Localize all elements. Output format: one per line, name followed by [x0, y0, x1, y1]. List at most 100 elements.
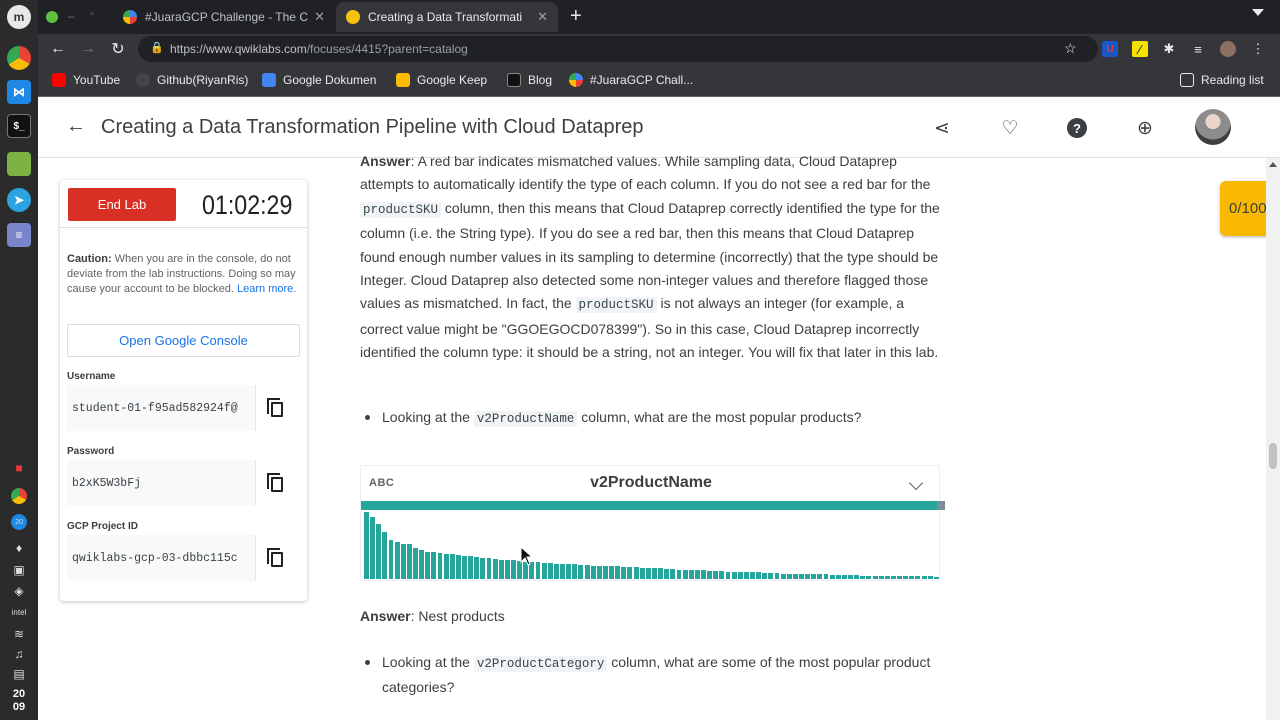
histogram-bar[interactable]: [805, 574, 811, 579]
histogram-bar[interactable]: [376, 524, 382, 579]
clipboard-icon[interactable]: ▣: [11, 562, 27, 578]
bookmark-github[interactable]: Github(RiyanRis): [136, 73, 248, 87]
histogram-bar[interactable]: [933, 577, 939, 579]
terminal-icon[interactable]: $_: [7, 114, 31, 138]
histogram-bar[interactable]: [774, 572, 780, 579]
histogram-bar[interactable]: [890, 575, 896, 579]
histogram-bar[interactable]: [743, 572, 749, 579]
extension-1-icon[interactable]: U: [1102, 41, 1118, 57]
forward-icon[interactable]: →: [78, 39, 98, 59]
histogram-bar[interactable]: [737, 571, 743, 579]
lock-icon[interactable]: 🔒: [150, 41, 164, 54]
histogram-bar[interactable]: [658, 568, 664, 579]
histogram-bar[interactable]: [560, 563, 565, 579]
histogram-bar[interactable]: [419, 550, 425, 579]
tab-juaragcp[interactable]: #JuaraGCP Challenge - The Cl ✕: [113, 2, 335, 32]
histogram-bar[interactable]: [854, 574, 860, 579]
bookmark-star-icon[interactable]: ☆: [1064, 40, 1077, 57]
histogram-bar[interactable]: [903, 576, 909, 579]
reading-list[interactable]: Reading list: [1180, 73, 1264, 87]
histogram-bar[interactable]: [664, 568, 670, 579]
window-minimize-icon[interactable]: –: [68, 9, 75, 23]
bookmark-google-docs[interactable]: Google Dokumen: [262, 73, 376, 87]
histogram-bar[interactable]: [413, 548, 418, 579]
back-arrow-icon[interactable]: ←: [66, 115, 86, 138]
histogram-bar[interactable]: [780, 573, 786, 579]
value-histogram[interactable]: [364, 512, 940, 579]
histogram-bar[interactable]: [841, 574, 847, 579]
quality-bar-mismatch[interactable]: [937, 501, 945, 510]
histogram-bar[interactable]: [627, 566, 633, 579]
column-header-card[interactable]: ABC v2ProductName: [360, 465, 945, 581]
histogram-bar[interactable]: [535, 562, 541, 579]
histogram-bar[interactable]: [645, 567, 651, 579]
histogram-bar[interactable]: [596, 565, 602, 579]
music-icon[interactable]: ♫: [11, 646, 27, 662]
update-icon[interactable]: 20: [11, 514, 27, 530]
histogram-bar[interactable]: [370, 516, 376, 579]
histogram-bar[interactable]: [400, 543, 406, 579]
learn-more-link[interactable]: Learn more.: [237, 283, 296, 295]
histogram-bar[interactable]: [707, 570, 713, 579]
histogram-bar[interactable]: [553, 563, 559, 579]
histogram-bar[interactable]: [480, 557, 486, 579]
data-quality-bar[interactable]: [361, 501, 945, 510]
vscode-icon[interactable]: ⋈: [7, 80, 31, 104]
histogram-bar[interactable]: [811, 574, 817, 579]
end-lab-button[interactable]: End Lab: [68, 188, 176, 221]
histogram-bar[interactable]: [792, 573, 798, 579]
histogram-bar[interactable]: [431, 552, 437, 579]
histogram-bar[interactable]: [786, 573, 792, 579]
username-value[interactable]: student-01-f95ad582924f@: [72, 402, 254, 415]
histogram-bar[interactable]: [633, 566, 639, 579]
favorite-heart-icon[interactable]: ♡: [999, 117, 1021, 139]
histogram-bar[interactable]: [498, 559, 504, 579]
histogram-bar[interactable]: [897, 576, 903, 579]
histogram-bar[interactable]: [621, 566, 627, 579]
profile-icon[interactable]: [1220, 41, 1236, 57]
histogram-bar[interactable]: [927, 576, 933, 579]
window-close-icon[interactable]: [46, 11, 58, 23]
tab-close-icon[interactable]: ✕: [314, 9, 325, 25]
recorder-icon[interactable]: ■: [11, 460, 27, 476]
histogram-bar[interactable]: [799, 573, 804, 579]
copy-password-button[interactable]: [255, 460, 295, 506]
chrome-menu-icon[interactable]: ⋮: [1250, 41, 1266, 57]
scroll-up-icon[interactable]: [1269, 162, 1277, 167]
histogram-bar[interactable]: [615, 566, 621, 579]
histogram-bar[interactable]: [878, 575, 884, 579]
password-field[interactable]: b2xK5W3bFj: [67, 460, 295, 506]
avatar[interactable]: [1195, 109, 1231, 145]
back-icon[interactable]: ←: [48, 39, 68, 59]
histogram-bar[interactable]: [425, 551, 431, 579]
histogram-bar[interactable]: [609, 566, 615, 579]
extensions-puzzle-icon[interactable]: ✱: [1161, 41, 1177, 57]
histogram-bar[interactable]: [590, 565, 596, 579]
histogram-bar[interactable]: [547, 562, 553, 579]
histogram-bar[interactable]: [388, 540, 394, 579]
histogram-bar[interactable]: [909, 576, 915, 579]
copy-project-id-button[interactable]: [255, 535, 295, 581]
files-icon[interactable]: [7, 152, 31, 176]
help-icon[interactable]: ?: [1067, 118, 1087, 138]
histogram-bar[interactable]: [382, 532, 388, 579]
histogram-bar[interactable]: [915, 576, 921, 579]
histogram-bar[interactable]: [823, 574, 829, 579]
histogram-bar[interactable]: [511, 560, 516, 579]
scroll-thumb[interactable]: [1269, 443, 1277, 469]
histogram-bar[interactable]: [762, 572, 768, 579]
histogram-bar[interactable]: [394, 542, 400, 579]
histogram-bar[interactable]: [701, 570, 706, 579]
chrome-icon[interactable]: [7, 46, 31, 70]
histogram-bar[interactable]: [486, 558, 492, 579]
histogram-bar[interactable]: [541, 562, 547, 579]
new-tab-icon[interactable]: +: [570, 5, 582, 28]
histogram-bar[interactable]: [866, 575, 872, 579]
histogram-bar[interactable]: [652, 568, 657, 579]
intel-icon[interactable]: intel: [11, 604, 27, 620]
chrome-small-icon[interactable]: [11, 488, 27, 504]
histogram-bar[interactable]: [566, 564, 572, 579]
media-queue-icon[interactable]: ≡: [1190, 41, 1206, 57]
histogram-bar[interactable]: [468, 556, 474, 579]
histogram-bar[interactable]: [682, 569, 688, 579]
